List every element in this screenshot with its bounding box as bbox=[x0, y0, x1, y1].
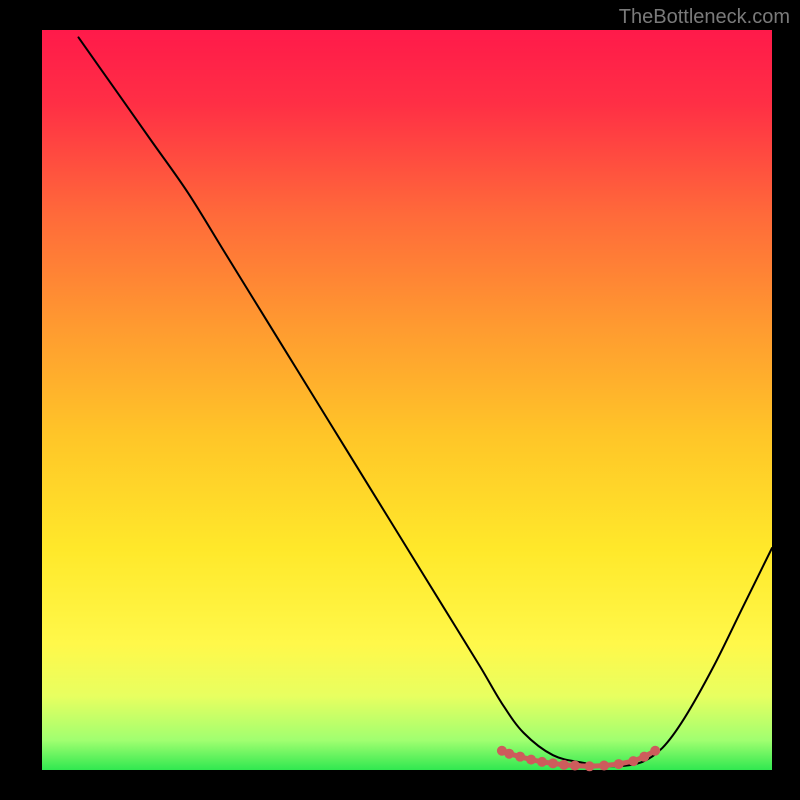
highlight-dot bbox=[599, 761, 609, 771]
bottleneck-chart bbox=[0, 0, 800, 800]
highlight-dot bbox=[548, 758, 558, 768]
highlight-dot bbox=[639, 752, 649, 762]
highlight-dot bbox=[585, 761, 595, 771]
highlight-dot bbox=[526, 755, 536, 765]
chart-container bbox=[0, 0, 800, 800]
highlight-dot bbox=[650, 746, 660, 756]
highlight-dot bbox=[515, 752, 525, 762]
highlight-dot bbox=[614, 759, 624, 769]
highlight-dot bbox=[504, 749, 514, 759]
highlight-dot bbox=[537, 757, 547, 767]
highlight-dot bbox=[628, 756, 638, 766]
highlight-dot bbox=[559, 760, 569, 770]
highlight-dot bbox=[570, 761, 580, 771]
attribution-text: TheBottleneck.com bbox=[619, 6, 790, 29]
